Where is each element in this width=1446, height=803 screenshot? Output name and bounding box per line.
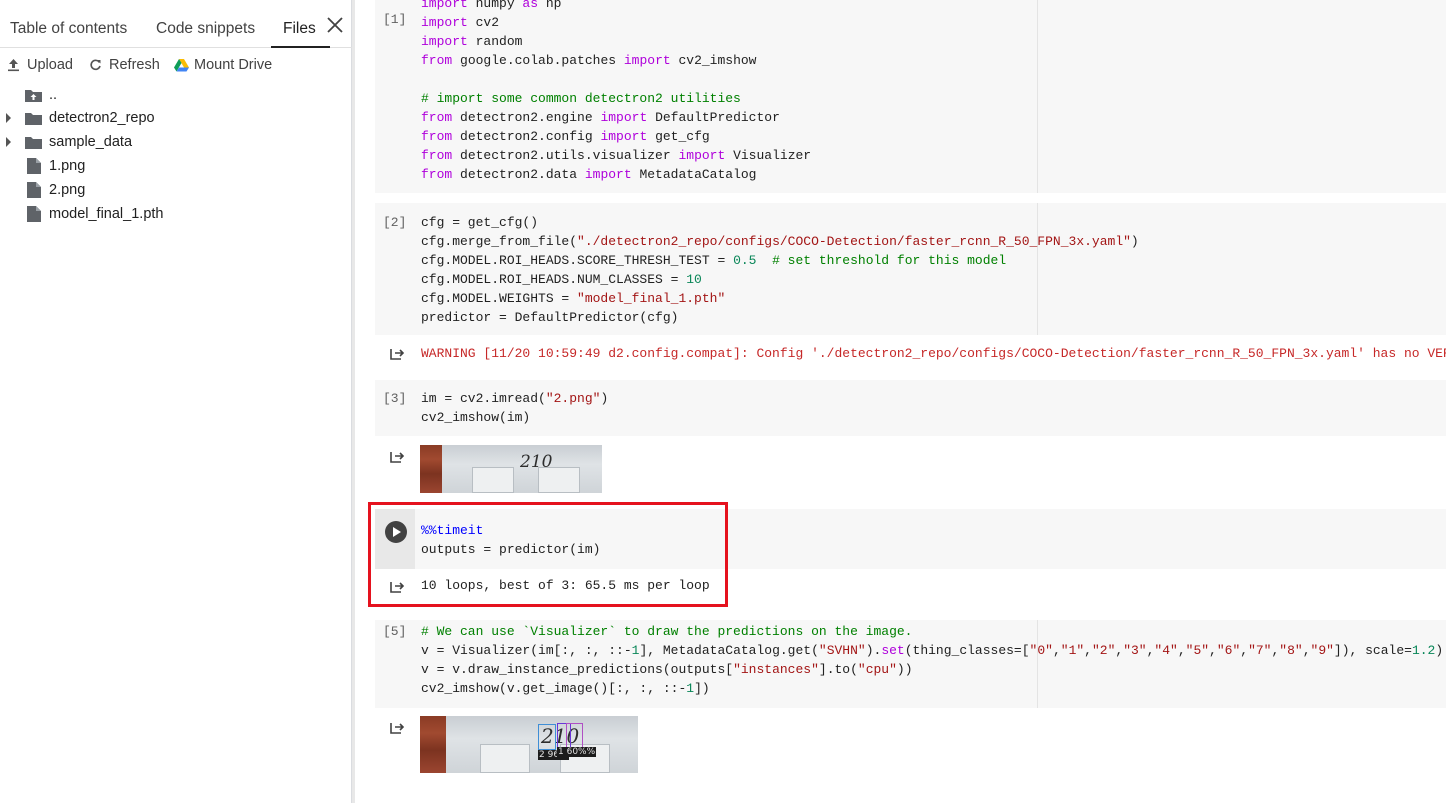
- code-cell-1[interactable]: [1] import numpy as np import cv2 import r…: [375, 0, 1446, 193]
- file-icon: [27, 158, 41, 174]
- expand-caret-icon[interactable]: [6, 137, 11, 147]
- code-cell-5[interactable]: [5] # We can use `Visualizer` to draw th…: [375, 620, 1446, 708]
- mount-drive-button[interactable]: Mount Drive: [174, 52, 274, 78]
- tree-item-file[interactable]: 2.png: [0, 178, 352, 202]
- column-ruler: [1037, 0, 1038, 193]
- tree-item-name: model_final_1.pth: [49, 206, 164, 222]
- cell-code[interactable]: import numpy as np import cv2 import rando…: [421, 0, 811, 184]
- prediction-label: 1 60%%: [557, 747, 597, 757]
- tree-item-name: detectron2_repo: [49, 110, 155, 126]
- door-panel: [472, 467, 514, 493]
- code-cell-2[interactable]: [2] cfg = get_cfg() cfg.merge_from_file("…: [375, 203, 1446, 335]
- tree-item-detectron2-repo[interactable]: detectron2_repo: [0, 106, 352, 130]
- brick-wall: [420, 445, 442, 493]
- upload-icon: [8, 59, 19, 72]
- bounding-box: [538, 724, 556, 750]
- folder-up-icon: [25, 90, 42, 102]
- warning-text: WARNING [11/20 10:59:49 d2.config.compat…: [421, 346, 1446, 361]
- tab-code-snippets[interactable]: Code snippets: [156, 0, 255, 48]
- google-drive-icon: [174, 59, 189, 72]
- tree-item-name: 1.png: [49, 158, 86, 174]
- upload-button[interactable]: Upload: [7, 52, 77, 78]
- cell-output: 210 2 96% 1 60%%: [375, 716, 1446, 774]
- tree-item-parent[interactable]: ..: [0, 83, 352, 107]
- refresh-label: Refresh: [109, 57, 160, 73]
- notebook-area: [1] import numpy as np import cv2 import r…: [356, 0, 1446, 803]
- close-icon[interactable]: [324, 14, 346, 36]
- cell-prompt: [3]: [383, 391, 407, 406]
- mount-drive-label: Mount Drive: [194, 57, 273, 73]
- tab-files[interactable]: Files: [271, 0, 330, 48]
- tree-item-file[interactable]: 1.png: [0, 154, 352, 178]
- cell-output: WARNING [11/20 10:59:49 d2.config.compat…: [375, 342, 1446, 364]
- sidebar-tabs: Table of contents Code snippets Files: [0, 0, 352, 48]
- upload-label: Upload: [27, 57, 73, 73]
- cell-output: 210: [375, 445, 1446, 493]
- folder-icon: [25, 137, 42, 149]
- tree-item-name: ..: [49, 87, 58, 103]
- file-actions-bar: Upload Refresh Mount Drive: [0, 52, 352, 78]
- door-panel: [480, 744, 530, 773]
- house-number-image: 210: [420, 445, 602, 493]
- tree-item-name: sample_data: [49, 134, 133, 150]
- cell-code[interactable]: cfg = get_cfg() cfg.merge_from_file("./de…: [421, 213, 1139, 327]
- output-arrow-icon[interactable]: [389, 346, 405, 362]
- refresh-button[interactable]: Refresh: [89, 52, 161, 78]
- tree-item-name: 2.png: [49, 182, 86, 198]
- house-number-text: 210: [520, 452, 553, 472]
- output-arrow-icon[interactable]: [389, 449, 405, 465]
- tree-item-sample-data[interactable]: sample_data: [0, 130, 352, 154]
- cell-code[interactable]: # We can use `Visualizer` to draw the pr…: [421, 622, 1443, 698]
- file-icon: [27, 206, 41, 222]
- code-cell-3[interactable]: [3] im = cv2.imread("2.png") cv2_imshow(i…: [375, 380, 1446, 436]
- prediction-image: 210 2 96% 1 60%%: [420, 716, 638, 773]
- cell-code[interactable]: im = cv2.imread("2.png") cv2_imshow(im): [421, 389, 608, 427]
- file-browser-panel: Table of contents Code snippets Files Up…: [0, 0, 355, 803]
- folder-icon: [25, 113, 42, 125]
- cell-prompt: [5]: [383, 624, 407, 639]
- output-arrow-icon[interactable]: [389, 720, 405, 736]
- brick-wall: [420, 716, 446, 773]
- highlight-box: [368, 502, 728, 607]
- cell-prompt: [1]: [383, 12, 407, 27]
- bounding-box: [566, 723, 583, 749]
- cell-prompt: [2]: [383, 215, 407, 230]
- file-icon: [27, 182, 41, 198]
- expand-caret-icon[interactable]: [6, 113, 11, 123]
- tree-item-file[interactable]: model_final_1.pth: [0, 202, 352, 226]
- refresh-icon: [90, 59, 101, 71]
- tab-table-of-contents[interactable]: Table of contents: [10, 0, 127, 48]
